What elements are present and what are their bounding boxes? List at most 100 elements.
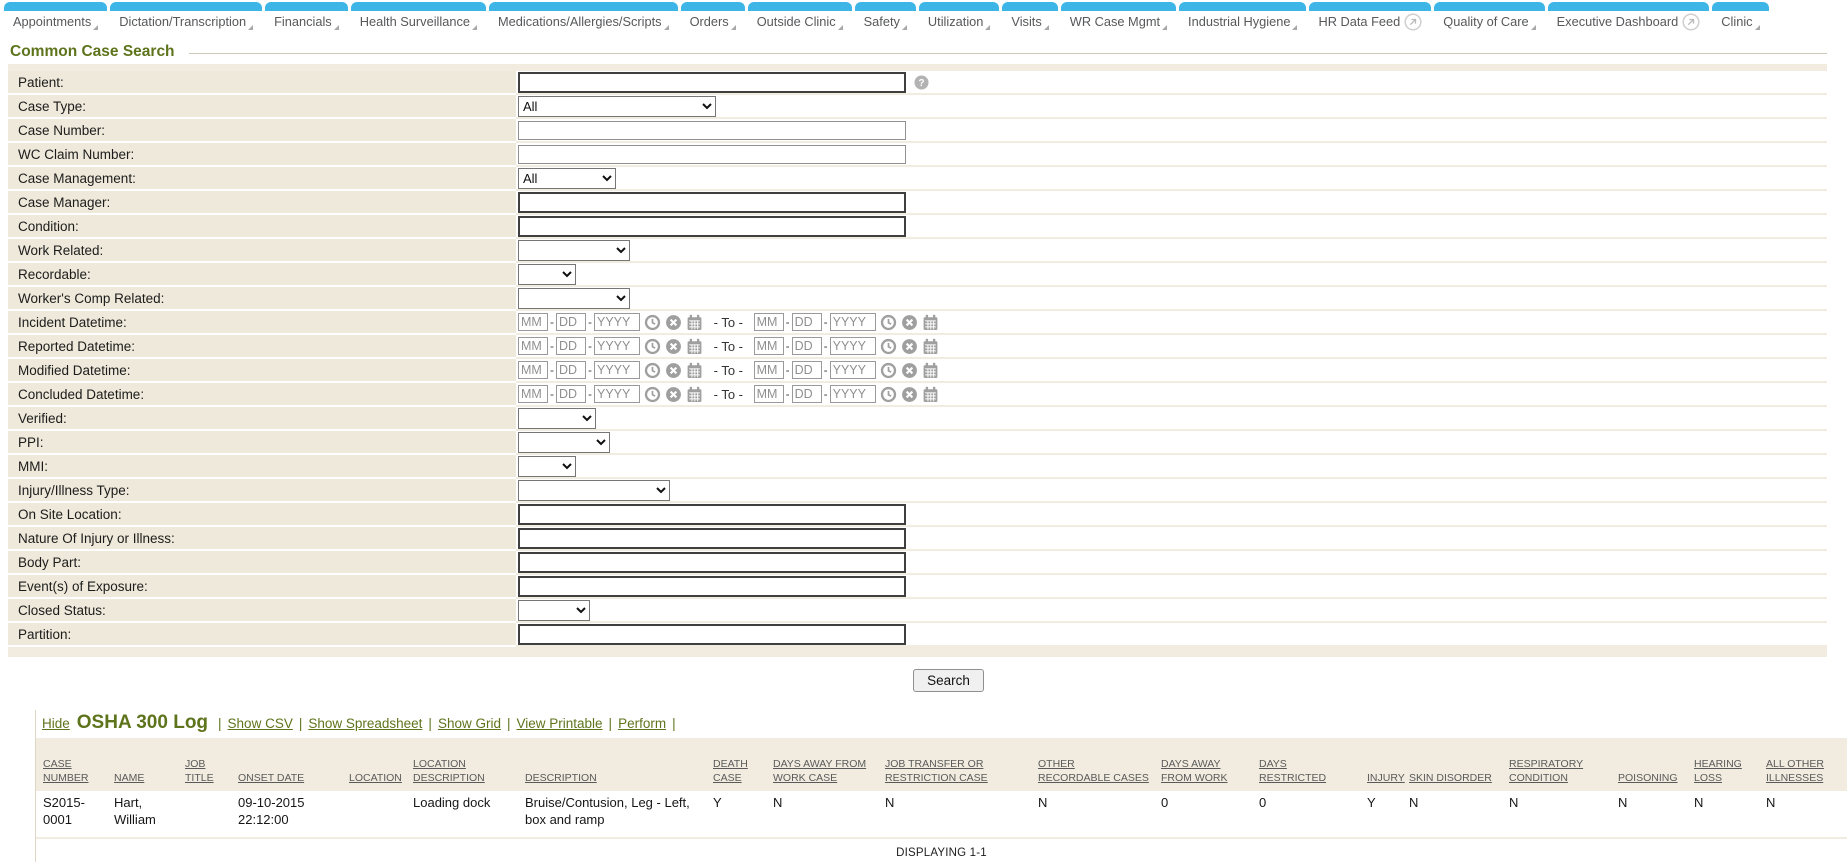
patient-input[interactable]	[518, 72, 906, 93]
modified-datetime-to-month-input[interactable]	[754, 361, 784, 379]
modified-datetime-from-year-input[interactable]	[594, 361, 640, 379]
perform-link[interactable]: Perform	[618, 716, 666, 731]
incident-datetime-to-clear-icon[interactable]	[901, 314, 918, 331]
modified-datetime-to-year-input[interactable]	[830, 361, 876, 379]
incident-datetime-from-day-input[interactable]	[556, 313, 586, 331]
column-header-death-case[interactable]: DEATH CASE	[706, 758, 766, 791]
mmi-select[interactable]	[518, 456, 576, 477]
tab-wr-case-mgmt[interactable]: WR Case Mgmt	[1061, 2, 1176, 33]
concluded-datetime-to-time-icon[interactable]	[880, 386, 897, 403]
tab-appointments[interactable]: Appointments	[4, 2, 107, 33]
modified-datetime-from-clear-icon[interactable]	[665, 362, 682, 379]
column-header-hearing-loss[interactable]: HEARING LOSS	[1687, 758, 1759, 791]
incident-datetime-from-time-icon[interactable]	[644, 314, 661, 331]
concluded-datetime-to-calendar-icon[interactable]	[922, 386, 939, 403]
concluded-datetime-from-month-input[interactable]	[518, 385, 548, 403]
show-csv-link[interactable]: Show CSV	[228, 716, 293, 731]
reported-datetime-from-calendar-icon[interactable]	[686, 338, 703, 355]
reported-datetime-to-day-input[interactable]	[792, 337, 822, 355]
column-header-job-transfer-or-restriction-case[interactable]: JOB TRANSFER OR RESTRICTION CASE	[878, 758, 1031, 791]
hide-link[interactable]: Hide	[42, 716, 70, 731]
tab-utilization[interactable]: Utilization	[919, 2, 999, 33]
column-header-respiratory-condition[interactable]: RESPIRATORY CONDITION	[1502, 758, 1611, 791]
reported-datetime-to-month-input[interactable]	[754, 337, 784, 355]
column-header-days-away-from-work-case[interactable]: DAYS AWAY FROM WORK CASE	[766, 758, 878, 791]
modified-datetime-to-clear-icon[interactable]	[901, 362, 918, 379]
verified-select[interactable]	[518, 408, 596, 429]
incident-datetime-from-month-input[interactable]	[518, 313, 548, 331]
on-site-location-input[interactable]	[518, 504, 906, 525]
incident-datetime-to-year-input[interactable]	[830, 313, 876, 331]
case-number-input[interactable]	[518, 121, 906, 140]
modified-datetime-to-calendar-icon[interactable]	[922, 362, 939, 379]
modified-datetime-from-day-input[interactable]	[556, 361, 586, 379]
column-header-days-restricted[interactable]: DAYS RESTRICTED	[1252, 758, 1360, 791]
tab-orders[interactable]: Orders	[681, 2, 745, 33]
condition-input[interactable]	[518, 216, 906, 237]
tab-financials[interactable]: Financials	[265, 2, 348, 33]
concluded-datetime-to-day-input[interactable]	[792, 385, 822, 403]
reported-datetime-from-clear-icon[interactable]	[665, 338, 682, 355]
reported-datetime-from-year-input[interactable]	[594, 337, 640, 355]
column-header-case-number[interactable]: CASE NUMBER	[36, 758, 107, 791]
tab-industrial-hygiene[interactable]: Industrial Hygiene	[1179, 2, 1306, 33]
reported-datetime-from-time-icon[interactable]	[644, 338, 661, 355]
column-header-name[interactable]: NAME	[107, 772, 178, 791]
modified-datetime-from-month-input[interactable]	[518, 361, 548, 379]
body-part-input[interactable]	[518, 552, 906, 573]
concluded-datetime-from-year-input[interactable]	[594, 385, 640, 403]
column-header-all-other-illnesses[interactable]: ALL OTHER ILLNESSES	[1759, 758, 1847, 791]
concluded-datetime-from-day-input[interactable]	[556, 385, 586, 403]
recordable-select[interactable]	[518, 264, 576, 285]
reported-datetime-to-calendar-icon[interactable]	[922, 338, 939, 355]
column-header-location[interactable]: LOCATION	[342, 772, 406, 791]
concluded-datetime-from-clear-icon[interactable]	[665, 386, 682, 403]
reported-datetime-to-year-input[interactable]	[830, 337, 876, 355]
concluded-datetime-from-calendar-icon[interactable]	[686, 386, 703, 403]
concluded-datetime-from-time-icon[interactable]	[644, 386, 661, 403]
tab-safety[interactable]: Safety	[855, 2, 916, 33]
wc-claim-number-input[interactable]	[518, 145, 906, 164]
column-header-skin-disorder[interactable]: SKIN DISORDER	[1402, 772, 1502, 791]
search-button[interactable]: Search	[913, 669, 984, 692]
case-management-select[interactable]: All	[518, 168, 616, 189]
incident-datetime-from-calendar-icon[interactable]	[686, 314, 703, 331]
column-header-onset-date[interactable]: ONSET DATE	[231, 772, 342, 791]
column-header-job-title[interactable]: JOB TITLE	[178, 758, 231, 791]
tab-dictation-transcription[interactable]: Dictation/Transcription	[110, 2, 262, 33]
patient-help-icon[interactable]: ?	[914, 75, 929, 90]
modified-datetime-to-day-input[interactable]	[792, 361, 822, 379]
event-s-of-exposure-input[interactable]	[518, 576, 906, 597]
column-header-poisoning[interactable]: POISONING	[1611, 772, 1687, 791]
tab-executive-dashboard[interactable]: Executive Dashboard	[1548, 2, 1710, 33]
incident-datetime-to-month-input[interactable]	[754, 313, 784, 331]
tab-medications-allergies-scripts[interactable]: Medications/Allergies/Scripts	[489, 2, 678, 33]
modified-datetime-from-calendar-icon[interactable]	[686, 362, 703, 379]
tab-clinic[interactable]: Clinic	[1712, 2, 1768, 33]
reported-datetime-to-time-icon[interactable]	[880, 338, 897, 355]
concluded-datetime-to-month-input[interactable]	[754, 385, 784, 403]
reported-datetime-to-clear-icon[interactable]	[901, 338, 918, 355]
tab-health-surveillance[interactable]: Health Surveillance	[351, 2, 486, 33]
show-grid-link[interactable]: Show Grid	[438, 716, 501, 731]
worker-s-comp-related-select[interactable]	[518, 288, 630, 309]
modified-datetime-from-time-icon[interactable]	[644, 362, 661, 379]
incident-datetime-to-day-input[interactable]	[792, 313, 822, 331]
closed-status-select[interactable]	[518, 600, 590, 621]
view-printable-link[interactable]: View Printable	[516, 716, 602, 731]
tab-outside-clinic[interactable]: Outside Clinic	[748, 2, 852, 33]
ppi-select[interactable]	[518, 432, 610, 453]
incident-datetime-from-year-input[interactable]	[594, 313, 640, 331]
case-type-select[interactable]: All	[518, 96, 716, 117]
incident-datetime-to-calendar-icon[interactable]	[922, 314, 939, 331]
modified-datetime-to-time-icon[interactable]	[880, 362, 897, 379]
reported-datetime-from-month-input[interactable]	[518, 337, 548, 355]
tab-hr-data-feed[interactable]: HR Data Feed	[1309, 2, 1431, 33]
tab-quality-of-care[interactable]: Quality of Care	[1434, 2, 1544, 33]
column-header-description[interactable]: DESCRIPTION	[518, 772, 706, 791]
incident-datetime-to-time-icon[interactable]	[880, 314, 897, 331]
injury-illness-type-select[interactable]	[518, 480, 670, 501]
concluded-datetime-to-year-input[interactable]	[830, 385, 876, 403]
work-related-select[interactable]	[518, 240, 630, 261]
case-manager-input[interactable]	[518, 192, 906, 213]
